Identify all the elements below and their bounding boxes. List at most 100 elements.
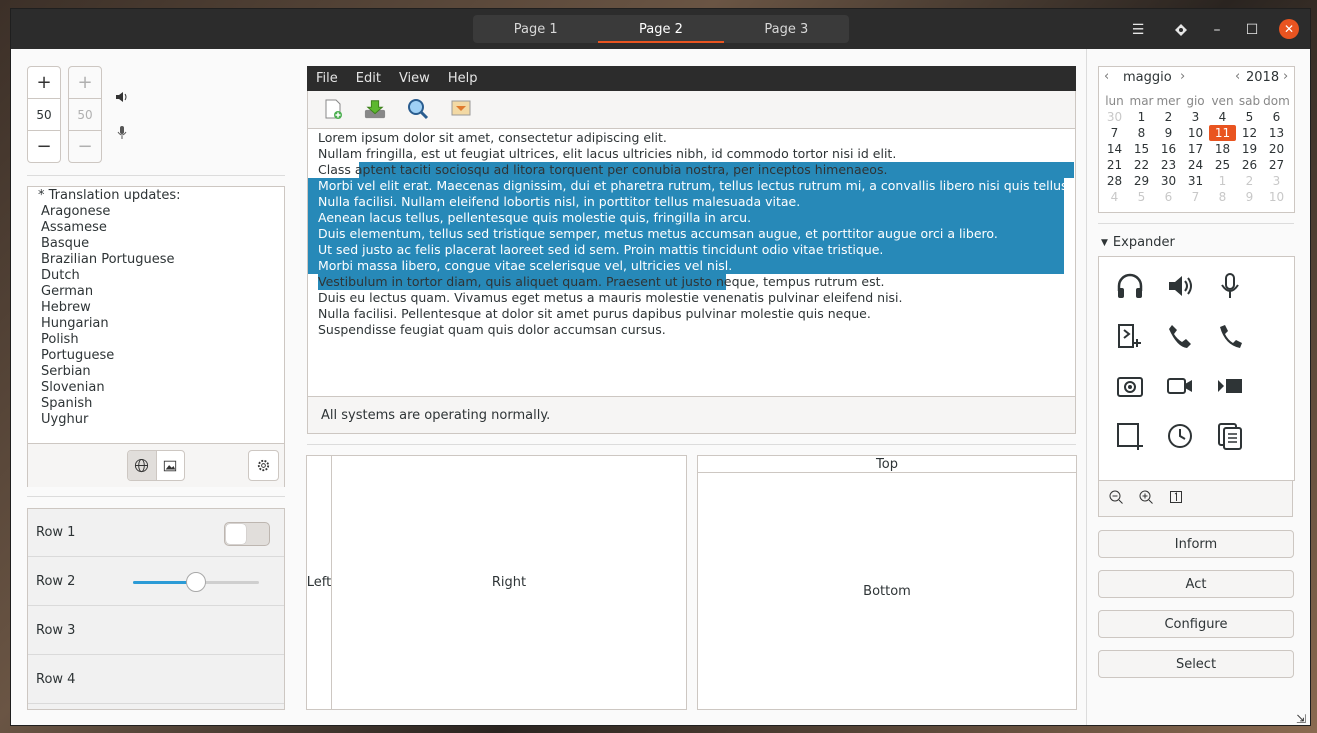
icon-partial[interactable] bbox=[1205, 461, 1255, 480]
list-row-3[interactable]: Row 3 bbox=[28, 607, 284, 655]
next-month-icon[interactable]: › bbox=[1180, 69, 1185, 84]
list-item[interactable]: Portuguese bbox=[38, 348, 284, 364]
gear-icon[interactable] bbox=[248, 450, 279, 481]
calendar-day[interactable]: 26 bbox=[1236, 157, 1263, 173]
list-item[interactable]: Aragonese bbox=[38, 204, 284, 220]
prev-month-icon[interactable]: ‹ bbox=[1104, 69, 1109, 84]
calendar-day[interactable]: 9 bbox=[1236, 189, 1263, 205]
zoom-in-icon[interactable] bbox=[1134, 486, 1158, 508]
slider-handle[interactable] bbox=[185, 572, 206, 592]
calendar-day[interactable]: 7 bbox=[1182, 189, 1209, 205]
video-camera-icon[interactable] bbox=[1155, 361, 1205, 411]
image-icon[interactable] bbox=[157, 451, 185, 480]
calendar-day[interactable]: 24 bbox=[1182, 157, 1209, 173]
calendar-day[interactable]: 15 bbox=[1128, 141, 1155, 157]
calendar-day[interactable]: 8 bbox=[1128, 125, 1155, 141]
list-item[interactable]: Dutch bbox=[38, 268, 284, 284]
tools-icon[interactable] bbox=[1168, 17, 1194, 43]
calendar-day[interactable]: 1 bbox=[1209, 173, 1236, 189]
calendar-day[interactable]: 30 bbox=[1101, 109, 1128, 125]
calendar-day[interactable]: 30 bbox=[1155, 173, 1182, 189]
zoom-original-icon[interactable] bbox=[1164, 486, 1188, 508]
calendar-day[interactable]: 5 bbox=[1236, 109, 1263, 125]
calendar-day[interactable]: 9 bbox=[1155, 125, 1182, 141]
tab-page-1[interactable]: Page 1 bbox=[473, 15, 598, 43]
row-2-slider[interactable] bbox=[133, 572, 259, 592]
camera-icon[interactable] bbox=[1105, 361, 1155, 411]
text-view[interactable]: Lorem ipsum dolor sit amet, consectetur … bbox=[307, 128, 1076, 397]
calendar-day[interactable]: 4 bbox=[1101, 189, 1128, 205]
list-item[interactable]: Uyghur bbox=[38, 412, 284, 428]
calendar-day[interactable]: 6 bbox=[1155, 189, 1182, 205]
icon-partial[interactable] bbox=[1105, 461, 1155, 480]
prev-year-icon[interactable]: ‹ bbox=[1235, 69, 1240, 84]
new-window-icon[interactable] bbox=[1105, 411, 1155, 461]
menu-file[interactable]: File bbox=[307, 71, 347, 86]
calendar-day[interactable]: 20 bbox=[1263, 141, 1290, 157]
calendar-day[interactable]: 28 bbox=[1101, 173, 1128, 189]
calendar-day[interactable]: 17 bbox=[1182, 141, 1209, 157]
configure-button[interactable]: Configure bbox=[1098, 610, 1294, 638]
decrement-button[interactable]: − bbox=[28, 131, 60, 162]
video-display-icon[interactable] bbox=[1205, 361, 1255, 411]
headphones-icon[interactable] bbox=[1105, 261, 1155, 311]
documents-icon[interactable] bbox=[1205, 411, 1255, 461]
maximize-icon[interactable]: ☐ bbox=[1239, 17, 1265, 43]
increment-button[interactable]: + bbox=[28, 67, 60, 98]
history-icon[interactable] bbox=[1155, 411, 1205, 461]
list-item[interactable]: Slovenian bbox=[38, 380, 284, 396]
download-icon[interactable] bbox=[364, 98, 386, 120]
inform-button[interactable]: Inform bbox=[1098, 530, 1294, 558]
calendar-day[interactable]: 18 bbox=[1209, 141, 1236, 157]
act-button[interactable]: Act bbox=[1098, 570, 1294, 598]
list-item[interactable]: Hebrew bbox=[38, 300, 284, 316]
list-item[interactable]: Basque bbox=[38, 236, 284, 252]
next-year-icon[interactable]: › bbox=[1283, 69, 1288, 84]
calendar-day-today[interactable]: 11 bbox=[1209, 125, 1236, 141]
address-book-add-icon[interactable] bbox=[1105, 311, 1155, 361]
calendar-day[interactable]: 6 bbox=[1263, 109, 1290, 125]
calendar-day[interactable]: 10 bbox=[1263, 189, 1290, 205]
phone-icon[interactable] bbox=[1155, 311, 1205, 361]
minimize-icon[interactable]: – bbox=[1204, 17, 1230, 43]
calendar-day[interactable]: 23 bbox=[1155, 157, 1182, 173]
calendar-day[interactable]: 19 bbox=[1236, 141, 1263, 157]
globe-icon[interactable] bbox=[128, 451, 157, 480]
calendar-day[interactable]: 25 bbox=[1209, 157, 1236, 173]
volume-spinner[interactable]: + 50 − bbox=[27, 66, 61, 163]
menu-edit[interactable]: Edit bbox=[347, 71, 390, 86]
row-1-switch[interactable] bbox=[224, 522, 270, 546]
calendar-day[interactable]: 10 bbox=[1182, 125, 1209, 141]
calendar-day[interactable]: 16 bbox=[1155, 141, 1182, 157]
icon-partial[interactable] bbox=[1155, 461, 1205, 480]
microphone-icon[interactable] bbox=[1205, 261, 1255, 311]
calendar-day[interactable]: 22 bbox=[1128, 157, 1155, 173]
calendar-day[interactable]: 12 bbox=[1236, 125, 1263, 141]
calendar-day[interactable]: 21 bbox=[1101, 157, 1128, 173]
tab-page-2[interactable]: Page 2 bbox=[598, 15, 724, 43]
calendar-day[interactable]: 27 bbox=[1263, 157, 1290, 173]
tab-page-3[interactable]: Page 3 bbox=[724, 15, 849, 43]
list-item[interactable]: Assamese bbox=[38, 220, 284, 236]
calendar-day[interactable]: 31 bbox=[1182, 173, 1209, 189]
resize-grip-icon[interactable]: ⇲ bbox=[1296, 712, 1306, 726]
list-item[interactable]: Polish bbox=[38, 332, 284, 348]
calendar-day[interactable]: 3 bbox=[1182, 109, 1209, 125]
calendar-day[interactable]: 13 bbox=[1263, 125, 1290, 141]
new-document-icon[interactable] bbox=[322, 98, 344, 120]
list-item[interactable]: German bbox=[38, 284, 284, 300]
calendar-day[interactable]: 29 bbox=[1128, 173, 1155, 189]
calendar-day[interactable]: 2 bbox=[1236, 173, 1263, 189]
speaker-icon[interactable] bbox=[1155, 261, 1205, 311]
calendar-day[interactable]: 5 bbox=[1128, 189, 1155, 205]
spinner-value[interactable]: 50 bbox=[28, 98, 60, 131]
select-button[interactable]: Select bbox=[1098, 650, 1294, 678]
list-item[interactable]: Brazilian Portuguese bbox=[38, 252, 284, 268]
hamburger-menu-icon[interactable]: ☰ bbox=[1125, 17, 1151, 43]
expander-header[interactable]: ▼ Expander bbox=[1101, 235, 1175, 250]
list-row-4[interactable]: Row 4 bbox=[28, 656, 284, 704]
calendar-day[interactable]: 14 bbox=[1101, 141, 1128, 157]
list-item[interactable]: Serbian bbox=[38, 364, 284, 380]
list-item[interactable]: Spanish bbox=[38, 396, 284, 412]
calendar-day[interactable]: 2 bbox=[1155, 109, 1182, 125]
